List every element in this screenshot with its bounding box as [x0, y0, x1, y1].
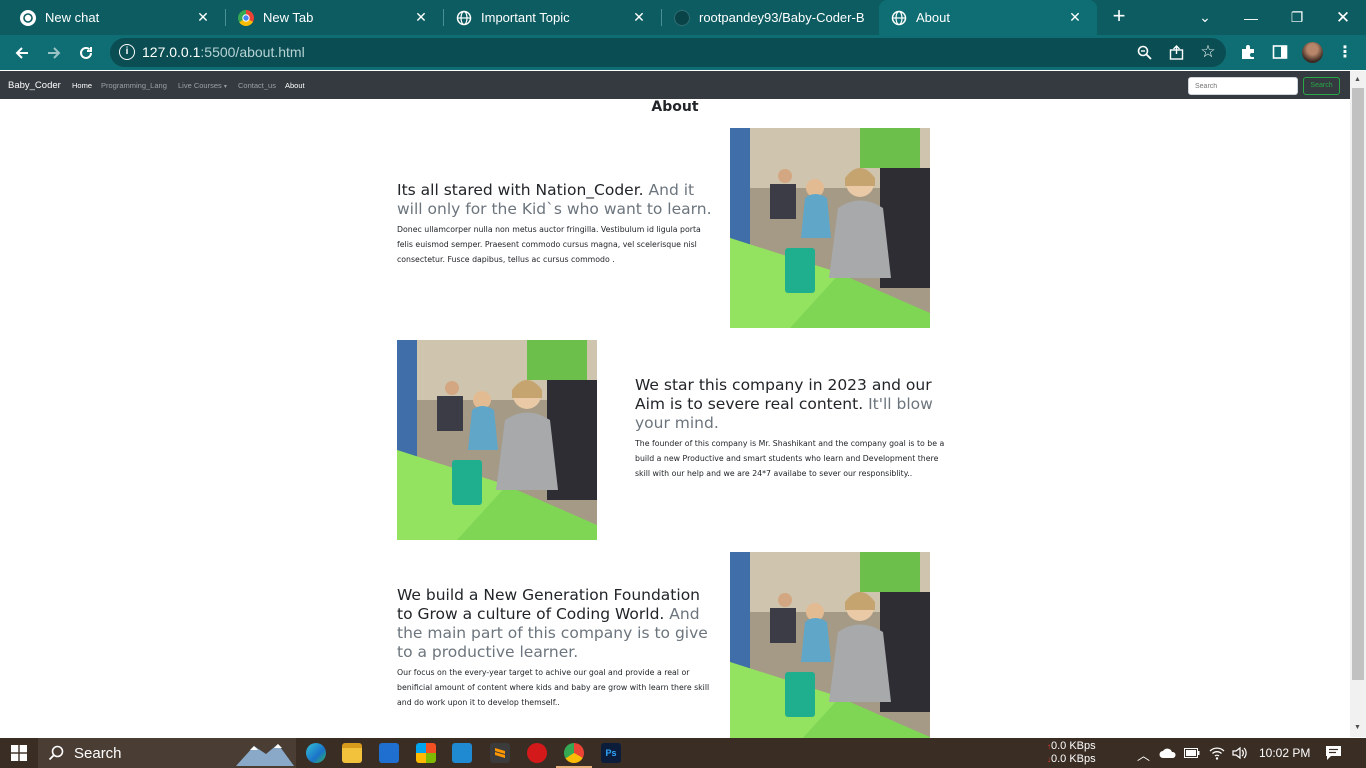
- nav-link-programming-lang[interactable]: Programming_Lang: [101, 81, 167, 90]
- photoshop-icon[interactable]: Ps: [601, 743, 621, 763]
- browser-tab-strip: New chat ✕ New Tab ✕ Important Topic ✕ r…: [0, 0, 1366, 35]
- close-icon[interactable]: ✕: [411, 9, 431, 26]
- search-input[interactable]: [1188, 77, 1298, 95]
- navbar-brand[interactable]: Baby_Coder: [8, 80, 61, 91]
- tab-title: New chat: [45, 10, 100, 25]
- nav-link-home[interactable]: Home: [72, 81, 92, 90]
- browser-toolbar: i 127.0.0.1:5500/about.html ☆ ⋮: [0, 35, 1366, 70]
- tab-new-chat[interactable]: New chat ✕: [0, 0, 225, 35]
- feature-image: [730, 128, 930, 328]
- edge-icon[interactable]: [306, 743, 326, 763]
- tab-title: New Tab: [263, 10, 314, 25]
- info-icon[interactable]: i: [119, 44, 135, 60]
- site-navbar: Baby_Coder Home Programming_Lang Live Co…: [0, 71, 1350, 99]
- notification-center-icon[interactable]: [1325, 745, 1342, 764]
- profile-avatar[interactable]: [1302, 42, 1323, 63]
- feature-section-1: Its all stared with Nation_Coder. And it…: [397, 181, 712, 267]
- bookmark-star-icon[interactable]: ☆: [1196, 40, 1220, 64]
- nav-link-live-courses[interactable]: Live Courses ▾: [178, 81, 227, 90]
- search-icon: [48, 745, 64, 761]
- side-panel-icon[interactable]: [1268, 40, 1292, 64]
- tab-github-repo[interactable]: rootpandey93/Baby-Coder-B: [654, 0, 879, 35]
- address-bar[interactable]: i 127.0.0.1:5500/about.html ☆: [110, 38, 1226, 67]
- page-scrollbar[interactable]: ▲ ▼: [1350, 71, 1366, 737]
- network-speed-meter: ↑0.0 KBps ↓0.0 KBps: [1047, 740, 1096, 765]
- system-clock[interactable]: 10:02 PM: [1259, 746, 1310, 760]
- store-icon[interactable]: [416, 743, 436, 763]
- globe-icon: [891, 10, 907, 26]
- onedrive-cloud-icon[interactable]: [1159, 747, 1177, 762]
- taskbar-search-label: Search: [74, 744, 122, 762]
- chrome-icon[interactable]: [564, 743, 584, 763]
- nav-link-contact-us[interactable]: Contact_us: [238, 81, 276, 90]
- sublime-text-icon[interactable]: [490, 743, 510, 763]
- back-icon[interactable]: [9, 40, 35, 66]
- tab-title: rootpandey93/Baby-Coder-B: [699, 10, 865, 25]
- battery-icon[interactable]: [1184, 747, 1200, 762]
- feature-image: [397, 340, 597, 540]
- opera-icon[interactable]: [527, 743, 547, 763]
- close-window-icon[interactable]: ✕: [1320, 0, 1366, 35]
- wifi-icon[interactable]: [1209, 745, 1225, 764]
- chrome-icon: [238, 9, 254, 26]
- search-highlight-icon: [236, 740, 294, 766]
- restore-icon[interactable]: ❐: [1274, 0, 1320, 35]
- feature-heading: Its all stared with Nation_Coder. And it…: [397, 181, 712, 218]
- share-icon[interactable]: [1164, 40, 1188, 64]
- nav-link-about[interactable]: About: [285, 81, 305, 90]
- minimize-icon[interactable]: —: [1228, 0, 1274, 35]
- reload-icon[interactable]: [73, 40, 99, 66]
- vscode-icon[interactable]: [452, 743, 472, 763]
- new-tab-icon[interactable]: +: [1108, 5, 1130, 29]
- scroll-up-arrow-icon[interactable]: ▲: [1354, 76, 1361, 83]
- close-icon[interactable]: ✕: [629, 9, 649, 26]
- scrollbar-thumb[interactable]: [1352, 88, 1364, 680]
- extensions-icon[interactable]: [1236, 40, 1260, 64]
- scroll-down-arrow-icon[interactable]: ▼: [1354, 724, 1361, 731]
- feature-section-2: We star this company in 2023 and our Aim…: [635, 376, 955, 481]
- tab-title: Important Topic: [481, 10, 570, 25]
- windows-start-icon[interactable]: [6, 738, 32, 768]
- feature-section-3: We build a New Generation Foundation to …: [397, 586, 712, 710]
- tab-important-topic[interactable]: Important Topic ✕: [436, 0, 661, 35]
- close-icon[interactable]: ✕: [193, 9, 213, 26]
- tab-about[interactable]: About ✕: [879, 0, 1097, 35]
- feature-image: [730, 552, 930, 738]
- file-explorer-icon[interactable]: [342, 743, 362, 763]
- feature-text: Our focus on the every-year target to ac…: [397, 668, 710, 707]
- zoom-icon[interactable]: [1132, 40, 1156, 64]
- dropdown-caret-icon: ▾: [223, 84, 227, 90]
- feature-text: The founder of this company is Mr. Shash…: [635, 439, 945, 478]
- menu-kebab-icon[interactable]: ⋮: [1333, 40, 1357, 64]
- chevron-up-icon[interactable]: ︿: [1137, 745, 1150, 764]
- page-title: About: [651, 99, 699, 115]
- forward-icon[interactable]: [41, 40, 67, 66]
- tab-title: About: [916, 10, 950, 25]
- volume-icon[interactable]: [1231, 745, 1247, 764]
- search-button[interactable]: Search: [1303, 77, 1340, 95]
- taskbar-search-box[interactable]: Search: [38, 738, 296, 768]
- close-icon[interactable]: ✕: [1065, 9, 1085, 26]
- windows-taskbar: Search Ps ↑0.0 KBps ↓0.0 KBps ︿ 10:02 PM: [0, 738, 1366, 768]
- tab-new-tab[interactable]: New Tab ✕: [218, 0, 443, 35]
- feature-heading: We build a New Generation Foundation to …: [397, 586, 708, 661]
- feature-text: Donec ullamcorper nulla non metus auctor…: [397, 225, 701, 264]
- mail-icon[interactable]: [379, 743, 399, 763]
- tab-search-icon[interactable]: ⌄: [1182, 0, 1228, 35]
- github-icon: [674, 9, 690, 26]
- globe-icon: [456, 10, 472, 26]
- feature-heading: We star this company in 2023 and our Aim…: [635, 376, 933, 432]
- url-text: 127.0.0.1:5500/about.html: [142, 44, 305, 60]
- chatgpt-icon: [20, 9, 36, 26]
